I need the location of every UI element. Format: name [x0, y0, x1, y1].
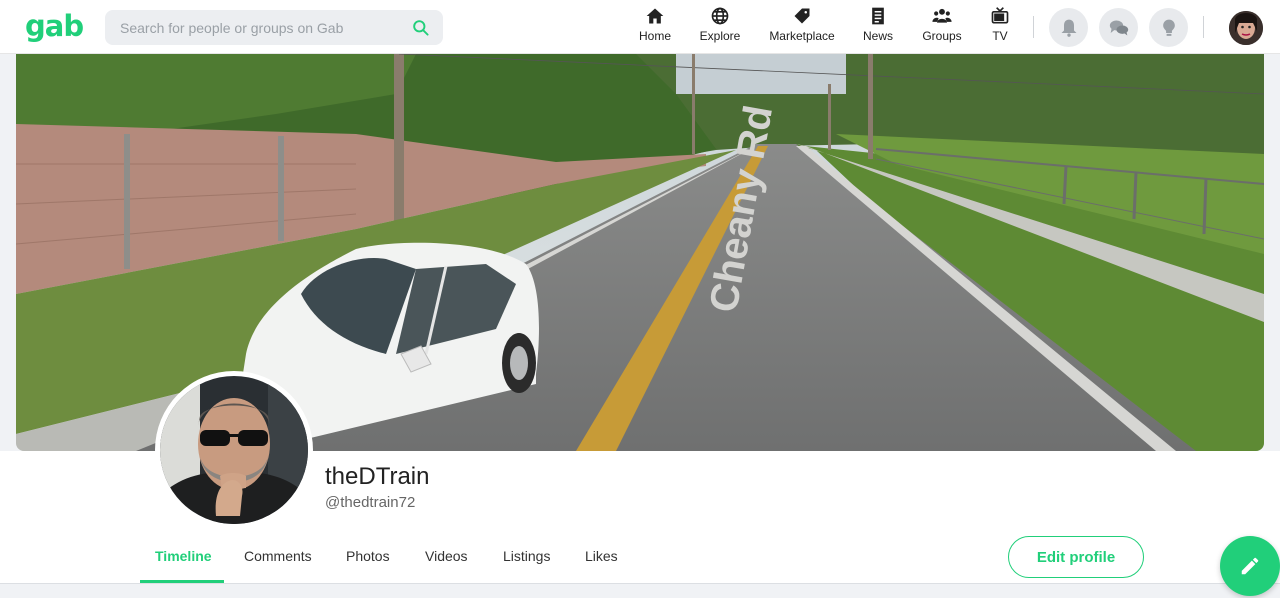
gab-logo[interactable]: gab — [25, 9, 84, 43]
nav-tv[interactable]: TV — [988, 6, 1012, 48]
tab-comments[interactable]: Comments — [244, 548, 312, 564]
nav-marketplace[interactable]: Marketplace — [768, 6, 836, 48]
search-icon[interactable] — [411, 18, 430, 37]
nav-news[interactable]: News — [863, 6, 893, 48]
tab-listings[interactable]: Listings — [503, 548, 550, 564]
nav-explore-label: Explore — [699, 29, 741, 43]
home-icon — [646, 8, 664, 24]
user-avatar[interactable] — [1229, 11, 1263, 45]
nav-tv-label: TV — [992, 29, 1008, 43]
chat-bubbles-icon — [1109, 20, 1128, 35]
nav-groups-label: Groups — [922, 29, 962, 43]
tab-videos[interactable]: Videos — [425, 548, 468, 564]
nav-news-label: News — [863, 29, 894, 43]
tab-likes[interactable]: Likes — [585, 548, 618, 564]
compose-button[interactable] — [1220, 536, 1280, 596]
groups-icon — [932, 8, 952, 23]
nav-groups[interactable]: Groups — [921, 6, 963, 48]
nav-explore[interactable]: Explore — [700, 6, 740, 48]
nav-home-label: Home — [639, 29, 672, 43]
tab-photos[interactable]: Photos — [346, 548, 390, 564]
lightbulb-icon — [1162, 19, 1175, 36]
search-input[interactable] — [105, 10, 405, 45]
tab-timeline[interactable]: Timeline — [155, 548, 212, 564]
tag-icon — [794, 8, 810, 24]
profile-display-name: theDTrain — [325, 463, 430, 490]
search-bar — [105, 10, 443, 45]
chats-button[interactable] — [1099, 8, 1138, 47]
nav-divider — [1033, 16, 1034, 38]
notifications-button[interactable] — [1049, 8, 1088, 47]
tv-icon — [991, 7, 1009, 24]
user-avatar-image — [1229, 11, 1263, 45]
bell-icon — [1061, 19, 1076, 37]
profile-avatar-image — [160, 376, 308, 524]
nav-divider — [1203, 16, 1204, 38]
profile-username: @thedtrain72 — [325, 494, 416, 511]
profile-header-divider — [0, 583, 1280, 584]
profile-avatar[interactable] — [155, 371, 313, 529]
top-navbar: gab Home Explore Marketplace News Groups… — [0, 0, 1280, 54]
globe-icon — [711, 7, 729, 25]
pencil-icon — [1241, 557, 1259, 575]
newspaper-icon — [872, 7, 884, 25]
nav-marketplace-label: Marketplace — [769, 29, 835, 43]
edit-profile-button[interactable]: Edit profile — [1008, 536, 1144, 578]
tips-button[interactable] — [1149, 8, 1188, 47]
nav-home[interactable]: Home — [639, 6, 671, 48]
